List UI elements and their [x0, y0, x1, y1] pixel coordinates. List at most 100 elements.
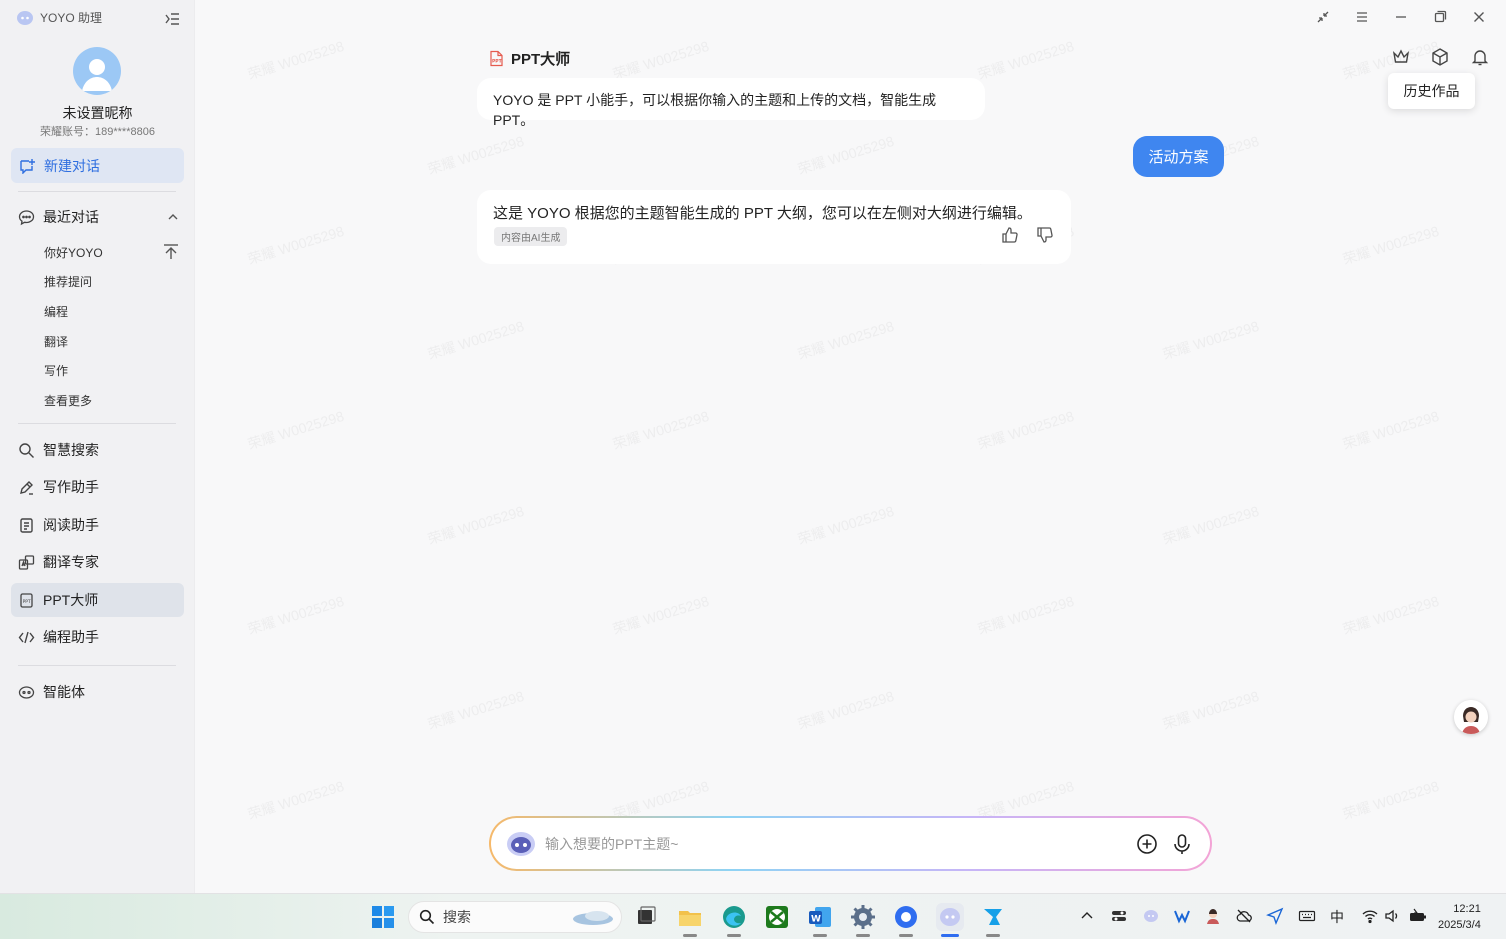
- watermark: 荣耀 W0025298: [425, 317, 526, 363]
- translate-icon: [18, 554, 35, 571]
- add-attachment-icon[interactable]: [1136, 833, 1158, 855]
- watermark: 荣耀 W0025298: [610, 592, 711, 638]
- sidebar-item-reading[interactable]: 阅读助手: [11, 508, 184, 542]
- reply-message-text: 这是 YOYO 根据您的主题智能生成的 PPT 大纲，您可以在左侧对大纲进行编辑…: [493, 205, 1032, 222]
- running-indicator: [727, 934, 741, 937]
- watermark: 荣耀 W0025298: [795, 132, 896, 178]
- ppt-file-icon: PPT: [488, 50, 505, 67]
- taskbar-search[interactable]: 搜索: [408, 901, 622, 933]
- cloud-off-icon[interactable]: [1235, 907, 1253, 925]
- toggle-icon[interactable]: [1110, 907, 1128, 925]
- recent-chats-header[interactable]: 最近对话: [18, 206, 180, 228]
- assistant-avatar-button[interactable]: [1454, 700, 1488, 734]
- svg-text:W: W: [811, 915, 821, 925]
- bell-icon[interactable]: [1470, 47, 1490, 67]
- app-tray-icon[interactable]: [1173, 907, 1191, 925]
- divider: [18, 191, 176, 192]
- edge-browser-icon[interactable]: [720, 903, 748, 931]
- watermark: 荣耀 W0025298: [245, 592, 346, 638]
- sidebar-item-translate[interactable]: 翻译专家: [11, 545, 184, 579]
- send-icon[interactable]: [1266, 907, 1284, 925]
- collapse-sidebar-icon[interactable]: [163, 10, 181, 28]
- new-chat-button[interactable]: 新建对话: [11, 148, 184, 183]
- yoyo-tray-icon[interactable]: [1142, 907, 1160, 925]
- menu-icon[interactable]: [1353, 8, 1371, 26]
- clock-date: 2025/3/4: [1438, 919, 1481, 931]
- system-clock[interactable]: 12:21 2025/3/4: [1438, 901, 1481, 933]
- taskbar-search-label: 搜索: [443, 909, 471, 925]
- app-header: YOYO 助理: [16, 9, 102, 26]
- watermark: 荣耀 W0025298: [975, 407, 1076, 453]
- thumbs-down-icon[interactable]: [1035, 225, 1055, 245]
- new-chat-label: 新建对话: [44, 157, 100, 174]
- sidebar-item-coding[interactable]: 编程助手: [11, 620, 184, 654]
- sidebar-item-label: 编程助手: [43, 629, 99, 645]
- bot-title-text: PPT大师: [511, 51, 571, 68]
- watermark: 荣耀 W0025298: [425, 687, 526, 733]
- keyboard-icon[interactable]: [1298, 907, 1316, 925]
- watermark: 荣耀 W0025298: [1340, 777, 1441, 823]
- chat-area: 荣耀 W0025298 荣耀 W0025298 荣耀 W0025298 荣耀 W…: [196, 0, 1506, 893]
- huawei-share-icon[interactable]: [979, 903, 1007, 931]
- running-indicator: [856, 934, 870, 937]
- taskbar: 搜索 W 中 12:21 2025/3/4: [0, 893, 1506, 939]
- file-explorer-icon[interactable]: [676, 903, 704, 931]
- task-view-icon[interactable]: [632, 903, 660, 931]
- watermark: 荣耀 W0025298: [1340, 592, 1441, 638]
- running-indicator: [986, 934, 1000, 937]
- xbox-icon[interactable]: [763, 903, 791, 931]
- chevron-up-icon[interactable]: [166, 210, 180, 224]
- restore-icon[interactable]: [1431, 8, 1449, 26]
- watermark: 荣耀 W0025298: [245, 407, 346, 453]
- sidebar-item-label: 写作助手: [43, 479, 99, 495]
- recent-item[interactable]: 编程: [44, 303, 68, 320]
- word-icon[interactable]: W: [806, 903, 834, 931]
- ime-indicator[interactable]: 中: [1330, 907, 1344, 927]
- user-avatar-tray-icon[interactable]: [1204, 907, 1222, 925]
- microphone-icon[interactable]: [1172, 833, 1192, 855]
- reply-message: 这是 YOYO 根据您的主题智能生成的 PPT 大纲，您可以在左侧对大纲进行编辑…: [477, 190, 1071, 264]
- chat-app-icon[interactable]: [892, 903, 920, 931]
- prompt-input[interactable]: [545, 835, 1136, 852]
- sidebar-item-agent[interactable]: 智能体: [11, 675, 184, 709]
- close-icon[interactable]: [1470, 8, 1488, 26]
- sidebar-item-label: 智能体: [43, 684, 85, 700]
- watermark: 荣耀 W0025298: [245, 777, 346, 823]
- view-more-link[interactable]: 查看更多: [44, 392, 92, 409]
- chevron-up-icon[interactable]: [1078, 907, 1096, 925]
- pen-icon: [18, 479, 35, 496]
- app-title: YOYO 助理: [40, 11, 103, 25]
- wifi-icon[interactable]: [1361, 907, 1379, 925]
- volume-icon[interactable]: [1383, 907, 1401, 925]
- sidebar-item-writing[interactable]: 写作助手: [11, 470, 184, 504]
- watermark: 荣耀 W0025298: [1160, 687, 1261, 733]
- watermark: 荣耀 W0025298: [795, 317, 896, 363]
- watermark: 荣耀 W0025298: [795, 502, 896, 548]
- windows-start-icon[interactable]: [369, 903, 397, 931]
- sidebar-item-ppt-master[interactable]: PPT PPT大师: [11, 583, 184, 617]
- recent-item[interactable]: 你好YOYO: [44, 244, 103, 261]
- svg-text:PPT: PPT: [492, 59, 503, 65]
- app-window: YOYO 助理 未设置昵称 荣耀账号：189****8806 新建对话 最近对话: [0, 0, 1506, 893]
- settings-gear-icon[interactable]: [849, 903, 877, 931]
- crown-icon[interactable]: [1391, 47, 1411, 67]
- avatar[interactable]: [73, 47, 121, 95]
- sidebar-item-smart-search[interactable]: 智慧搜索: [11, 433, 184, 467]
- divider: [18, 665, 176, 666]
- svg-text:PPT: PPT: [23, 599, 31, 605]
- recent-item[interactable]: 写作: [44, 362, 68, 379]
- recent-item[interactable]: 翻译: [44, 333, 68, 350]
- yoyo-taskbar-icon[interactable]: [936, 903, 964, 931]
- watermark: 荣耀 W0025298: [1160, 317, 1261, 363]
- thumbs-up-icon[interactable]: [1000, 225, 1020, 245]
- sidebar-item-label: 阅读助手: [43, 517, 99, 533]
- minimize-icon[interactable]: [1392, 8, 1410, 26]
- sidebar-item-label: PPT大师: [43, 592, 99, 608]
- history-works-icon[interactable]: [1430, 47, 1450, 67]
- watermark: 荣耀 W0025298: [245, 222, 346, 268]
- battery-charging-icon[interactable]: [1408, 907, 1426, 925]
- chat-bubble-icon: [18, 209, 35, 226]
- pin-top-icon[interactable]: [162, 243, 180, 261]
- shrink-icon[interactable]: [1314, 8, 1332, 26]
- recent-item[interactable]: 推荐提问: [44, 273, 92, 290]
